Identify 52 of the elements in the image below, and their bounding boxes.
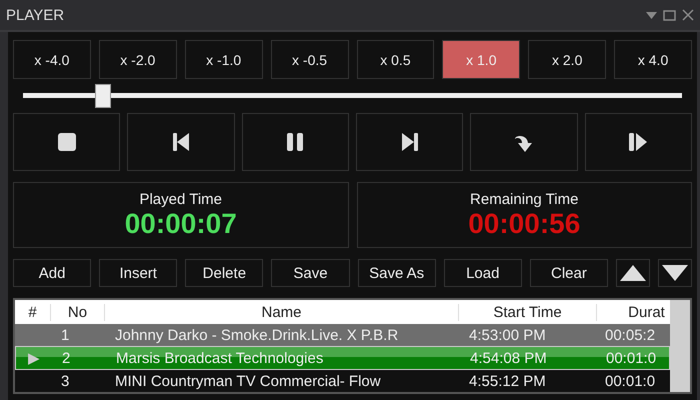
table-cell-text: 1 <box>60 326 70 344</box>
play-button[interactable] <box>584 113 692 171</box>
action-button[interactable]: Add <box>13 259 92 287</box>
playing-marker: ▶ <box>27 349 41 367</box>
table-cell-text: 00:01:0 <box>605 350 658 366</box>
action-button[interactable]: Insert <box>99 259 178 287</box>
table-cell-text: 00:05:2 <box>604 326 656 344</box>
next-button[interactable] <box>356 113 464 171</box>
maximize-icon[interactable] <box>663 10 676 20</box>
table-cell-text: 4:55:12 PM <box>468 372 547 390</box>
table-cell-text: MINI Countryman TV Commercial- Flow <box>114 372 382 390</box>
up-arrow-icon <box>619 263 647 283</box>
dropdown-icon[interactable] <box>646 12 657 18</box>
table-cell-text: 3 <box>60 372 70 390</box>
timer-value: 00:00:56 <box>468 208 580 240</box>
pause-button[interactable] <box>242 113 349 171</box>
speed-button[interactable]: x -0.5 <box>270 40 348 79</box>
move-down-button[interactable] <box>658 259 692 287</box>
timer-value: 00:00:07 <box>124 208 237 240</box>
speed-button[interactable]: x -4.0 <box>13 40 91 79</box>
action-button[interactable]: Clear <box>530 259 608 287</box>
action-button[interactable]: Load <box>444 259 522 287</box>
slider-thumb[interactable] <box>95 84 112 108</box>
stop-button[interactable] <box>13 113 120 171</box>
speed-button[interactable]: x -2.0 <box>98 40 177 79</box>
table-cell-text: 4:54:08 PM <box>469 350 548 366</box>
table-cell-text: 00:01:0 <box>604 372 656 390</box>
speed-button[interactable]: x 2.0 <box>528 40 606 79</box>
column-header[interactable]: Start Time <box>459 304 597 320</box>
table-cell-text: Johnny Darko - Smoke.Drink.Live. X P.B.R <box>114 326 400 344</box>
table-cell-text: Marsis Broadcast Technologies <box>115 350 324 366</box>
column-header[interactable]: No <box>51 304 105 320</box>
speed-button[interactable]: x 4.0 <box>614 40 692 79</box>
close-icon[interactable] <box>682 9 694 21</box>
column-header[interactable]: Name <box>105 304 459 320</box>
action-button[interactable]: Save <box>271 259 350 287</box>
speed-button[interactable]: x -1.0 <box>184 40 263 79</box>
playlist-row[interactable]: ▶ 2 Marsis Broadcast Technologies 4:54:08 PM 00:01:0 <box>15 346 670 370</box>
previous-button[interactable] <box>127 113 235 171</box>
down-arrow-icon <box>661 263 689 283</box>
playlist-row[interactable]: 1 Johnny Darko - Smoke.Drink.Live. X P.B.R 4:53:00 PM 00:05:2 <box>15 324 670 346</box>
speed-button[interactable]: x 0.5 <box>356 40 434 79</box>
timer-label: Remaining Time <box>470 190 578 208</box>
action-button[interactable]: Delete <box>185 259 264 287</box>
timer-label: Played Time <box>139 190 222 208</box>
move-up-button[interactable] <box>616 259 650 287</box>
table-cell-text: 4:53:00 PM <box>468 326 547 344</box>
column-header[interactable]: # <box>15 304 51 320</box>
panel-title: PLAYER <box>6 6 64 24</box>
table-cell-text: 2 <box>61 350 72 366</box>
scrollbar[interactable] <box>670 300 690 392</box>
action-button[interactable]: Save As <box>358 259 436 287</box>
